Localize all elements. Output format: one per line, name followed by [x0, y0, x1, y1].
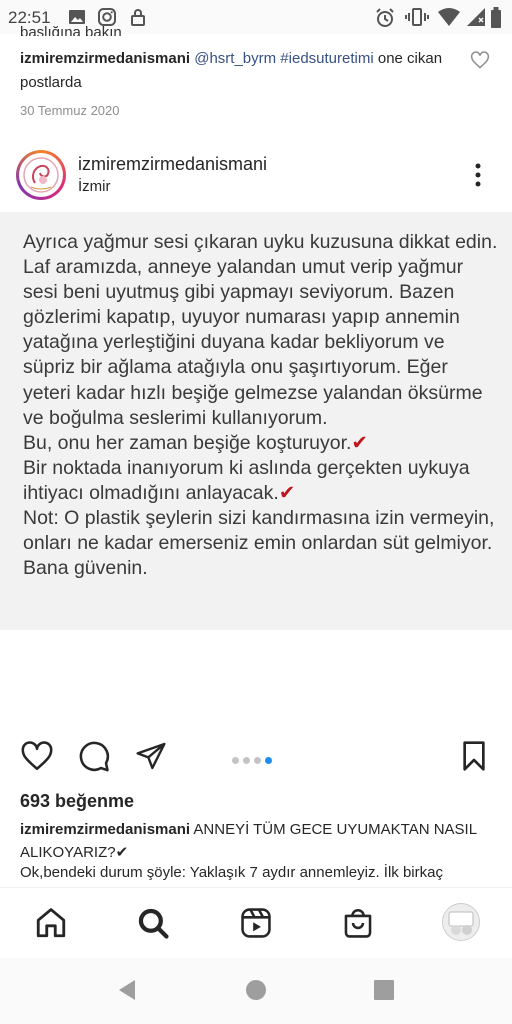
post-text-paragraph: Ayrıca yağmur sesi çıkaran uyku kuzusuna…: [23, 231, 498, 429]
previous-caption-cut: başlığına bakın: [20, 26, 122, 36]
checkmark-icon: ✔: [278, 481, 296, 504]
wifi-icon: [438, 8, 460, 26]
checkmark-icon: ✔: [351, 431, 368, 454]
image-icon: [69, 10, 85, 24]
reels-icon[interactable]: [238, 906, 274, 940]
search-icon[interactable]: [135, 906, 171, 940]
vibrate-icon: [405, 8, 429, 26]
profile-image-icon: [443, 904, 479, 940]
comment-like-icon[interactable]: [470, 50, 490, 70]
alarm-icon: [376, 8, 394, 27]
comment-mentions[interactable]: @hsrt_byrm #iedsuturetimi: [194, 50, 373, 67]
home-circle-icon[interactable]: [245, 979, 267, 1001]
bottom-nav: [0, 887, 512, 958]
comment-username[interactable]: izmiremzirmedanismani: [20, 50, 190, 67]
like-icon[interactable]: [19, 739, 55, 773]
profile-avatar[interactable]: [442, 903, 480, 941]
recents-icon[interactable]: [373, 979, 395, 1001]
carousel-dot: [265, 757, 272, 764]
post-location[interactable]: İzmir: [78, 178, 111, 195]
comment-icon[interactable]: [77, 739, 111, 773]
carousel-dot: [232, 757, 239, 764]
logo-icon: [23, 157, 59, 193]
avatar[interactable]: [16, 150, 66, 200]
carousel-indicator: [232, 751, 276, 769]
like-count[interactable]: 693 beğenme: [20, 791, 134, 812]
instagram-icon: [98, 8, 116, 26]
back-icon[interactable]: [117, 979, 137, 1001]
comment: izmiremzirmedanismani @hsrt_byrm #iedsut…: [20, 47, 450, 95]
post-text-line: Bir noktada inanıyorum ki aslında gerçek…: [23, 456, 475, 504]
post-date: 30 Temmuz 2020: [20, 103, 120, 118]
shop-icon[interactable]: [340, 906, 376, 940]
more-options-icon[interactable]: [470, 162, 486, 188]
post-username[interactable]: izmiremzirmedanismani: [78, 154, 267, 175]
caption-username[interactable]: izmiremzirmedanismani: [20, 821, 190, 838]
status-time: 22:51: [8, 8, 51, 27]
battery-icon: [491, 7, 501, 28]
home-icon[interactable]: [33, 906, 69, 940]
post-caption: izmiremzirmedanismani ANNEYİ TÜM GECE UY…: [20, 818, 480, 864]
lock-icon: [131, 9, 145, 26]
carousel-dot: [243, 757, 250, 764]
save-icon[interactable]: [458, 738, 490, 774]
post-image-text: Ayrıca yağmur sesi çıkaran uyku kuzusuna…: [23, 230, 499, 581]
share-icon[interactable]: [134, 740, 168, 772]
carousel-dot: [254, 757, 261, 764]
system-nav-bar: [0, 958, 512, 1024]
post-text-line: Bu, onu her zaman beşiğe koşturuyor.✔: [23, 431, 368, 454]
signal-icon: [467, 8, 485, 26]
caption-more-text[interactable]: Ok,bendeki durum şöyle: Yaklaşık 7 aydır…: [20, 864, 500, 886]
post-text-paragraph: Not: O plastik şeylerin sizi kandırmasın…: [23, 507, 500, 580]
